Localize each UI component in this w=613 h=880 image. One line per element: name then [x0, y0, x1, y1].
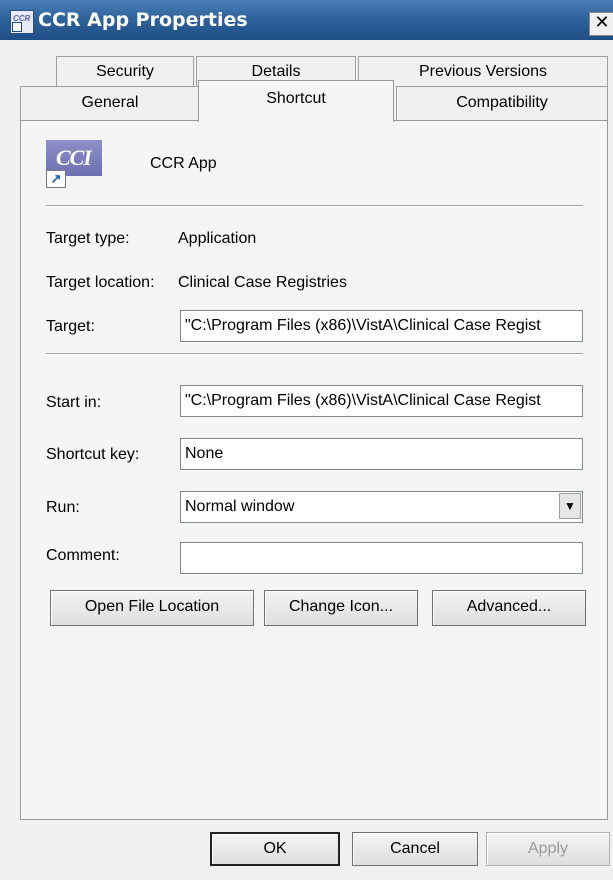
apply-button[interactable]: Apply	[486, 832, 610, 866]
cancel-button[interactable]: Cancel	[352, 832, 478, 866]
shortcut-key-label: Shortcut key:	[46, 446, 140, 463]
shortcut-key-field[interactable]: None	[180, 438, 583, 470]
divider	[46, 353, 583, 355]
shortcut-name: CCR App	[150, 155, 217, 172]
target-type-label: Target type:	[46, 230, 130, 247]
dropdown-arrow-icon[interactable]: ▼	[559, 493, 581, 519]
tab-label: General	[81, 94, 139, 111]
target-label: Target:	[46, 318, 95, 335]
target-type-value: Application	[178, 230, 257, 247]
run-select-value: Normal window	[185, 498, 295, 515]
change-icon-button[interactable]: Change Icon...	[264, 590, 418, 626]
target-location-label: Target location:	[46, 274, 155, 291]
tab-label: Previous Versions	[418, 63, 548, 80]
tab-shortcut[interactable]: Shortcut	[198, 80, 394, 122]
start-in-field[interactable]: "C:\Program Files (x86)\VistA\Clinical C…	[180, 385, 583, 417]
target-location-value: Clinical Case Registries	[178, 274, 347, 291]
comment-field[interactable]	[180, 542, 583, 574]
start-in-label: Start in:	[46, 394, 102, 411]
window-title: CCR App Properties	[38, 9, 248, 31]
run-label: Run:	[46, 499, 80, 516]
shortcut-panel	[20, 120, 608, 820]
open-file-location-button[interactable]: Open File Location	[50, 590, 254, 626]
shortcut-arrow-icon	[12, 22, 22, 32]
run-select[interactable]: Normal window ▼	[180, 491, 583, 523]
tab-label: Compatibility	[456, 94, 548, 111]
title-bar[interactable]: CCR CCR App Properties ✕	[0, 0, 613, 40]
tab-previous-versions[interactable]: Previous Versions	[358, 56, 608, 88]
tab-label: Security	[96, 63, 154, 80]
target-field[interactable]: "C:\Program Files (x86)\VistA\Clinical C…	[180, 310, 583, 342]
divider	[46, 205, 583, 207]
shortcut-arrow-icon: ↗	[46, 170, 66, 188]
comment-label: Comment:	[46, 547, 120, 564]
advanced-button[interactable]: Advanced...	[432, 590, 586, 626]
tab-label: Shortcut	[266, 90, 326, 107]
shortcut-icon: CCI ↗	[46, 140, 102, 188]
tab-compatibility[interactable]: Compatibility	[396, 86, 608, 120]
close-button[interactable]: ✕	[589, 12, 613, 36]
ok-button[interactable]: OK	[210, 832, 340, 866]
tab-security[interactable]: Security	[56, 56, 194, 88]
tab-general[interactable]: General	[20, 86, 200, 120]
app-icon: CCR	[10, 10, 34, 34]
